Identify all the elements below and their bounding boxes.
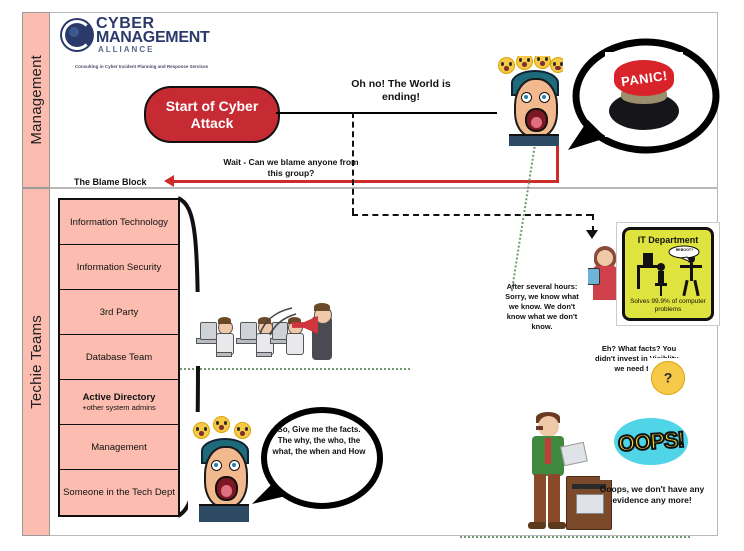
chair (256, 352, 272, 357)
shocked-face-emoji (234, 422, 251, 439)
table-row[interactable]: Management (60, 425, 178, 470)
shocked-face-emoji (534, 56, 551, 69)
panic-button-image: PANIC! (605, 52, 683, 137)
table-row[interactable]: Someone in the Tech Dept (60, 470, 178, 515)
start-of-cyber-attack-node[interactable]: Start of Cyber Attack (144, 86, 280, 143)
table-row[interactable]: Information Technology (60, 200, 178, 245)
screaming-face-icon (188, 412, 254, 522)
it-sign-subtitle: Solves 99.9% of computer problems (630, 298, 706, 313)
reboot-bubble-text: REBOOT? (675, 248, 694, 252)
mouth (525, 108, 548, 132)
eye-left (521, 92, 532, 103)
leg-left (534, 474, 546, 524)
oh-no-annotation: Oh no! The World is ending! (351, 78, 451, 103)
dotted-connector-meeting (180, 368, 410, 370)
chair (216, 352, 232, 357)
desk-leg (637, 265, 640, 289)
monitor-icon (200, 322, 217, 340)
worker-body (658, 271, 664, 283)
thinking-face-emoji: ? (651, 361, 685, 395)
table-row[interactable]: Database Team (60, 335, 178, 380)
connector-start-to-panic (276, 112, 504, 114)
row-label: Someone in the Tech Dept (63, 487, 175, 498)
moustache (536, 426, 543, 430)
blame-question-annotation: Wait - Can we blame anyone from this gro… (223, 157, 359, 178)
row-label: Information Technology (69, 216, 169, 228)
mouth (215, 476, 238, 501)
shoe-right (548, 522, 566, 529)
chair-leg (660, 286, 662, 296)
logo-mark-icon (60, 18, 94, 52)
standing-arms (680, 265, 702, 268)
facts-bubble-outline (252, 407, 383, 509)
row-label: Management (91, 441, 147, 453)
table-row[interactable]: 3rd Party (60, 290, 178, 335)
shocked-face-emoji (193, 422, 210, 439)
cyber-management-alliance-logo: CYBER MANAGEMENT ALLIANCE Consulting in … (57, 14, 226, 78)
head (597, 250, 613, 266)
tie (545, 438, 551, 464)
row-label: Information Security (76, 261, 162, 273)
logo-line3: ALLIANCE (98, 45, 155, 54)
eye-left (211, 460, 222, 471)
table-row[interactable]: Information Security (60, 245, 178, 290)
blame-block-title: The Blame Block (74, 177, 147, 187)
blame-line-horizontal (172, 180, 559, 183)
shoe-left (528, 522, 546, 529)
oops-caption: Ooops, we don't have any evidence any mo… (599, 484, 705, 505)
it-department-image: IT Department REBOOT? Solves 99.9% of co… (616, 222, 720, 326)
lane-label-techie-teams: Techie Teams (22, 188, 50, 536)
oops-burst-word: OOPS! (616, 426, 685, 458)
facts-bubble-text: So, Give me the facts. The why, the who,… (272, 425, 366, 456)
after-hours-annotation: After several hours: Sorry, we know what… (505, 282, 579, 331)
dashed-connector-vertical (352, 112, 354, 214)
row-label: 3rd Party (99, 306, 139, 318)
logo-line2: MANAGEMENT (96, 29, 210, 46)
it-department-sign: IT Department REBOOT? Solves 99.9% of co… (622, 227, 714, 321)
blame-block-table: Information Technology Information Secur… (58, 198, 180, 517)
question-mark-icon: ? (663, 369, 673, 386)
lane-label-management: Management (22, 12, 50, 188)
dashed-connector-horizontal (352, 214, 592, 216)
table-row[interactable]: Active Directory +other system admins (60, 380, 178, 425)
worker-body (286, 333, 304, 355)
shirt (199, 504, 249, 522)
standing-leg-r (693, 279, 700, 297)
diagram-canvas: Management Techie Teams CYBER MANAGEMENT… (0, 0, 744, 551)
eye-right (229, 460, 240, 471)
start-node-label: Start of Cyber Attack (165, 97, 259, 131)
worker-hair (218, 317, 231, 324)
lane-label-techie-teams-text: Techie Teams (27, 315, 45, 409)
thinking-emoji-image: ? (648, 358, 686, 396)
logo-tagline-box: Consulting in Cyber Incident Planning an… (57, 55, 226, 78)
shocked-face-emoji (516, 56, 533, 70)
blame-line-arrowhead (164, 175, 174, 187)
shocked-face-emoji (550, 57, 563, 73)
eye-right (539, 92, 550, 103)
screaming-face-icon (497, 56, 563, 146)
logo-tagline: Consulting in Cyber Incident Planning an… (74, 63, 209, 69)
it-sign-title: IT Department (637, 235, 699, 245)
shocked-face-emoji (498, 57, 515, 74)
dotted-connector-bottom (460, 536, 690, 538)
tablet-icon (588, 268, 600, 285)
shirt (509, 134, 559, 146)
shocked-face-emoji (213, 416, 230, 433)
boss-hair (314, 303, 330, 311)
monitor-icon (643, 253, 653, 266)
lane-label-management-text: Management (27, 55, 45, 145)
boss-shouting-at-team-image (188, 292, 334, 366)
panic-button-top[interactable]: PANIC! (614, 60, 674, 96)
paper-document (560, 441, 588, 467)
row-label: Active Directory (82, 392, 156, 403)
oops-burst-image: OOPS! (600, 404, 702, 480)
standing-leg-l (682, 279, 689, 297)
row-label: Database Team (85, 351, 153, 363)
dashed-arrowhead-it (586, 230, 598, 239)
row-sublabel: +other system admins (82, 403, 156, 412)
worker-head (657, 263, 665, 271)
leg-right (548, 474, 560, 524)
panic-button-label: PANIC! (619, 67, 669, 89)
sound-waves-icon (259, 307, 297, 336)
